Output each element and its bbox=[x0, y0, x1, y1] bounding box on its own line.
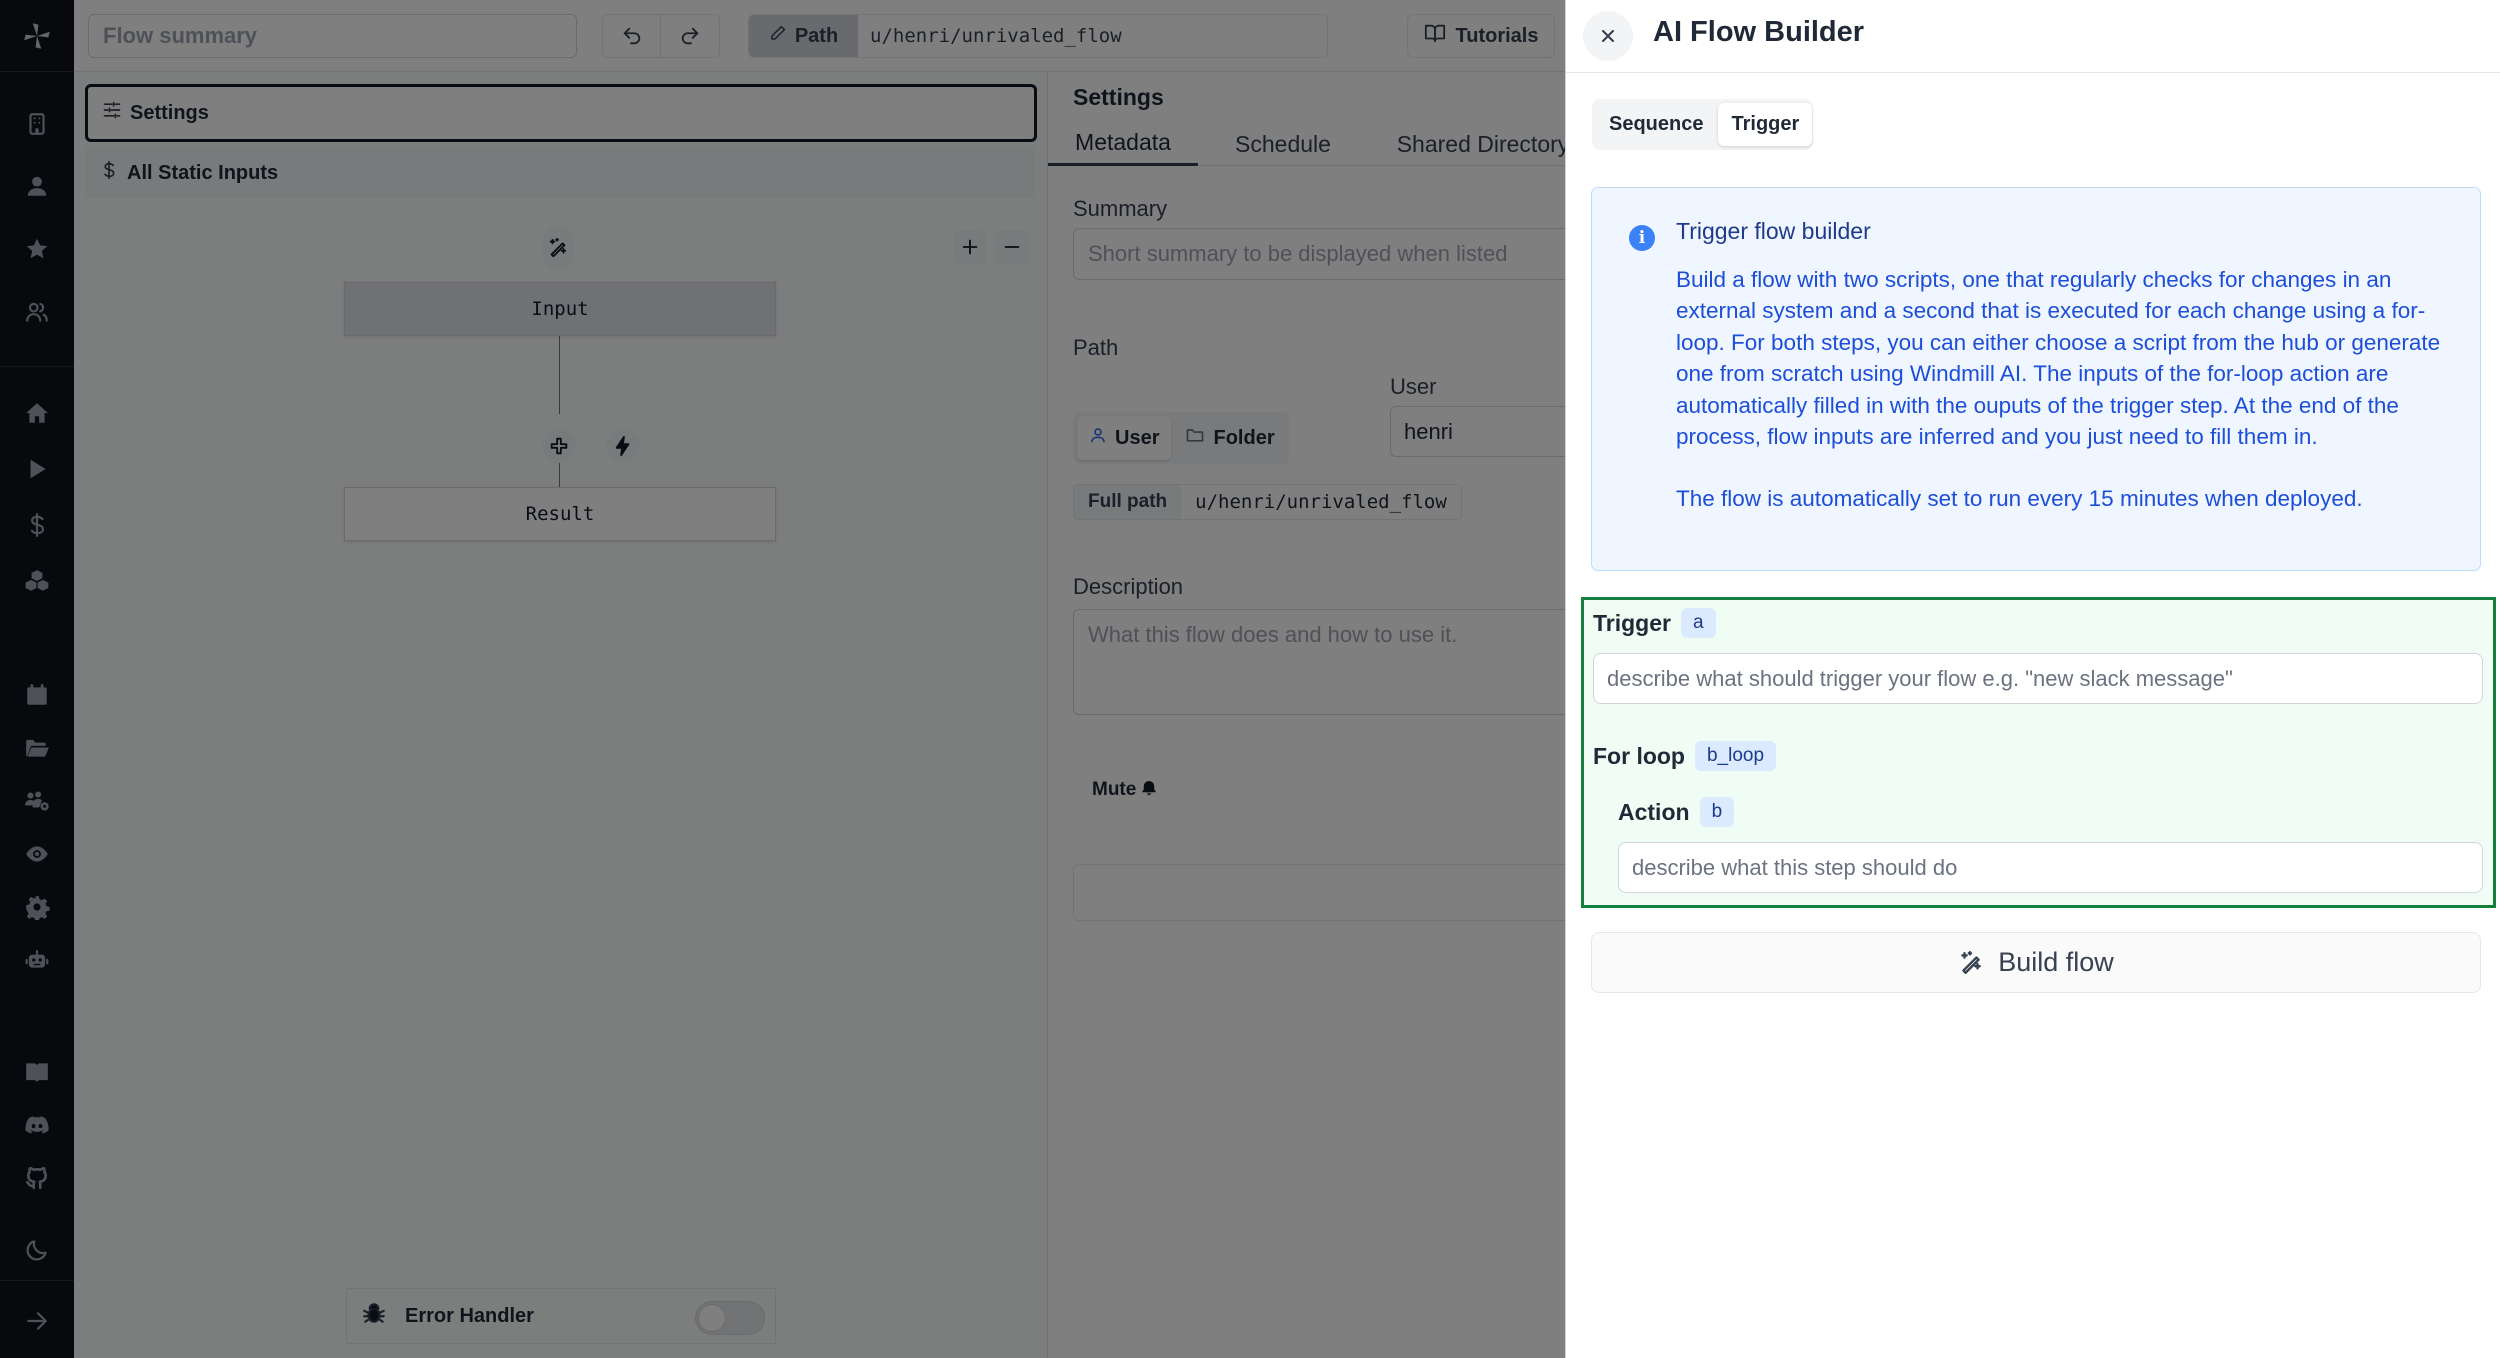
tab-trigger[interactable]: Trigger bbox=[1718, 103, 1813, 146]
action-label: Action bbox=[1618, 798, 1690, 825]
trigger-flow-form: Trigger a describe what should trigger y… bbox=[1581, 597, 2496, 908]
magic-wand-icon bbox=[1961, 950, 1982, 974]
close-icon bbox=[1601, 29, 1615, 43]
info-title: Trigger flow builder bbox=[1676, 218, 1871, 244]
action-step-badge: b bbox=[1699, 797, 1735, 827]
modal-overlay[interactable] bbox=[0, 0, 1565, 1358]
for-loop-label: For loop bbox=[1593, 742, 1685, 769]
trigger-description-input[interactable]: describe what should trigger your flow e… bbox=[1593, 653, 2483, 704]
builder-mode-tabs: Sequence Trigger bbox=[1592, 99, 1813, 150]
drawer-header: AI Flow Builder bbox=[1566, 0, 2500, 73]
close-button[interactable] bbox=[1583, 11, 1633, 61]
info-body: Build a flow with two scripts, one that … bbox=[1676, 264, 2466, 515]
action-placeholder: describe what this step should do bbox=[1632, 854, 1958, 880]
info-description: Build a flow with two scripts, one that … bbox=[1676, 267, 2441, 450]
for-loop-label-row: For loop b_loop bbox=[1593, 741, 1777, 771]
trigger-label: Trigger bbox=[1593, 609, 1671, 636]
info-alert: i Trigger flow builder Build a flow with… bbox=[1591, 187, 2481, 571]
info-schedule-note: The flow is automatically set to run eve… bbox=[1676, 486, 2363, 512]
trigger-placeholder: describe what should trigger your flow e… bbox=[1607, 665, 2233, 691]
drawer-title: AI Flow Builder bbox=[1653, 16, 1865, 48]
ai-flow-builder-drawer: AI Flow Builder Sequence Trigger i Trigg… bbox=[1565, 0, 2500, 1358]
trigger-step-badge: a bbox=[1680, 608, 1716, 638]
tab-sequence[interactable]: Sequence bbox=[1596, 103, 1716, 146]
info-icon: i bbox=[1629, 225, 1655, 251]
build-flow-button[interactable]: Build flow bbox=[1591, 932, 2481, 993]
action-description-input[interactable]: describe what this step should do bbox=[1618, 842, 2483, 893]
build-flow-label: Build flow bbox=[1998, 947, 2114, 977]
action-label-row: Action b bbox=[1618, 797, 1735, 827]
for-loop-step-badge: b_loop bbox=[1694, 741, 1777, 771]
trigger-label-row: Trigger a bbox=[1593, 608, 1716, 638]
